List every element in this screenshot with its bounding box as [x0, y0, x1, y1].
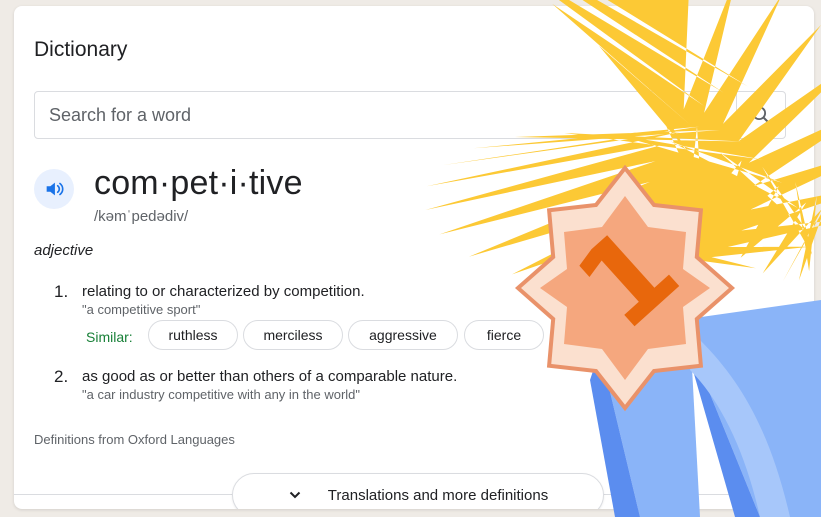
search-input[interactable] [35, 92, 751, 138]
translations-more-label: Translations and more definitions [327, 486, 549, 504]
similar-chip-fierce[interactable]: fierce [464, 320, 544, 350]
similar-chip-aggressive[interactable]: aggressive [348, 320, 458, 350]
definition-example: "a car industry competitive with any in … [82, 387, 361, 402]
chevron-down-icon [288, 488, 302, 502]
search-icon [752, 106, 771, 125]
similar-label: Similar: [86, 329, 133, 345]
definition-example: "a competitive sport" [82, 302, 201, 317]
translations-more-button[interactable]: Translations and more definitions [232, 473, 604, 509]
similar-chip-merciless[interactable]: merciless [243, 320, 343, 350]
search-box [34, 91, 786, 139]
speaker-icon [46, 182, 64, 196]
similar-chip-ruthless[interactable]: ruthless [148, 320, 238, 350]
dictionary-card: Dictionary com·pet·i·tive /kəmˈpedədiv/ … [14, 6, 814, 509]
definition-text: as good as or better than others of a co… [82, 368, 458, 385]
dictionary-title: Dictionary [34, 38, 128, 61]
part-of-speech: adjective [34, 242, 94, 259]
definition-number: 2. [54, 367, 69, 386]
definition-number: 1. [54, 282, 69, 301]
definition-text: relating to or characterized by competit… [82, 283, 365, 300]
search-button[interactable] [736, 92, 785, 138]
pronunciation-button[interactable] [34, 169, 74, 209]
phonetic-spelling: /kəmˈpedədiv/ [94, 208, 189, 225]
headword: com·pet·i·tive [94, 164, 303, 202]
definitions-source: Definitions from Oxford Languages [34, 432, 235, 447]
